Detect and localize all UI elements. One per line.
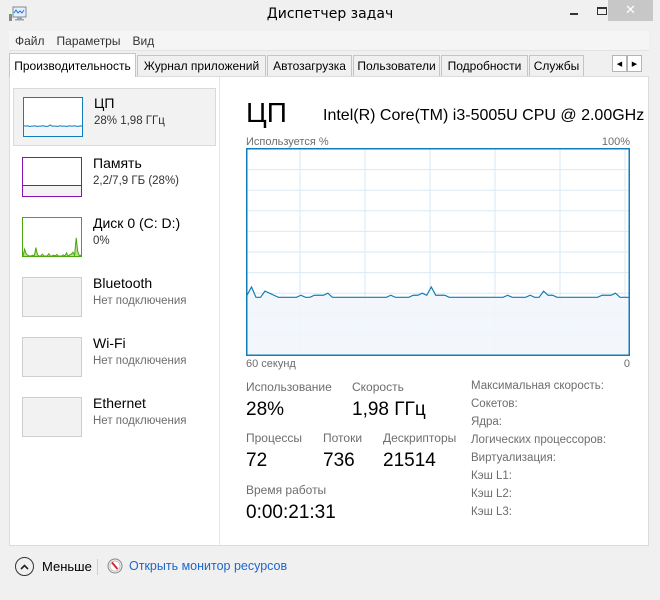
page-title: ЦП <box>246 97 287 128</box>
sidebar-item-name: Ethernet <box>93 395 146 411</box>
graph-y-max-label: 100% <box>601 136 630 148</box>
memory-usage-fill <box>23 185 81 196</box>
disk-thumbnail-graph <box>22 217 82 257</box>
close-button[interactable]: ✕ <box>608 0 653 21</box>
menu-view[interactable]: Вид <box>126 34 160 48</box>
ethernet-thumbnail-graph <box>22 397 82 437</box>
spec-logical-processors-label: Логических процессоров: <box>471 434 607 446</box>
uptime-value: 0:00:21:31 <box>246 502 336 523</box>
sidebar-item-wifi[interactable]: Wi-Fi Нет подключения <box>13 329 216 387</box>
cpu-detail-pane: ЦП Intel(R) Core(TM) i3-5005U CPU @ 2.00… <box>246 77 646 547</box>
sidebar-item-detail: 0% <box>93 235 110 247</box>
open-resource-monitor-label: Открыть монитор ресурсов <box>129 559 288 573</box>
maximize-icon <box>597 6 607 15</box>
usage-label: Использование <box>246 380 332 394</box>
tab-users[interactable]: Пользователи <box>353 55 440 76</box>
speed-label: Скорость <box>352 380 404 394</box>
graph-y-label: Используется % <box>246 136 329 148</box>
arrow-left-icon: ◀ <box>616 59 623 68</box>
resource-sidebar: ЦП 28% 1,98 ГГц Память 2,2/7,9 ГБ (28%) … <box>10 77 220 547</box>
processes-value: 72 <box>246 450 268 471</box>
performance-panel: ЦП 28% 1,98 ГГц Память 2,2/7,9 ГБ (28%) … <box>9 76 649 547</box>
sidebar-item-name: Память <box>93 155 142 171</box>
sidebar-item-name: Bluetooth <box>93 275 153 291</box>
fewer-details-label: Меньше <box>42 559 92 574</box>
tab-performance[interactable]: Производительность <box>9 53 136 77</box>
spec-sockets-label: Сокетов: <box>471 398 518 410</box>
cpu-usage-graph <box>246 148 630 356</box>
cpu-thumb-line <box>24 124 82 128</box>
minimize-icon <box>570 12 578 15</box>
spec-cores-label: Ядра: <box>471 416 503 428</box>
spec-l2-cache-label: Кэш L2: <box>471 488 512 500</box>
tab-services[interactable]: Службы <box>529 55 584 76</box>
tab-scroll-right-button[interactable]: ▶ <box>627 55 642 72</box>
close-icon: ✕ <box>625 3 636 18</box>
handles-label: Дескрипторы <box>383 431 457 445</box>
spec-virtualization-label: Виртуализация: <box>471 452 556 464</box>
threads-value: 736 <box>323 450 355 471</box>
wifi-thumbnail-graph <box>22 337 82 377</box>
sidebar-item-detail: Нет подключения <box>93 415 187 427</box>
uptime-label: Время работы <box>246 483 327 497</box>
sidebar-item-cpu[interactable]: ЦП 28% 1,98 ГГц <box>13 88 216 146</box>
menu-bar: Файл Параметры Вид <box>9 31 649 51</box>
menu-options[interactable]: Параметры <box>51 34 127 48</box>
sidebar-item-disk[interactable]: Диск 0 (C: D:) 0% <box>13 209 216 267</box>
tab-app-history[interactable]: Журнал приложений <box>137 55 266 76</box>
processes-label: Процессы <box>246 431 303 445</box>
tab-strip: Производительность Журнал приложений Авт… <box>9 53 649 77</box>
spec-l3-cache-label: Кэш L3: <box>471 506 512 518</box>
speed-value: 1,98 ГГц <box>352 399 426 420</box>
sidebar-item-bluetooth[interactable]: Bluetooth Нет подключения <box>13 269 216 327</box>
handles-value: 21514 <box>383 450 436 471</box>
graph-x-left-label: 60 секунд <box>246 358 296 370</box>
disk-thumb-line <box>23 237 81 256</box>
footer-bar: Меньше Открыть монитор ресурсов <box>0 547 660 587</box>
sidebar-item-name: Диск 0 (C: D:) <box>93 215 181 231</box>
window-bottom-edge <box>0 588 660 600</box>
disk-thumbnail-svg <box>23 237 81 256</box>
minimize-button[interactable] <box>560 0 588 21</box>
sidebar-item-detail: 2,2/7,9 ГБ (28%) <box>93 175 180 187</box>
open-resource-monitor-link[interactable]: Открыть монитор ресурсов <box>107 558 287 574</box>
graph-x-right-label: 0 <box>623 358 630 370</box>
tab-startup[interactable]: Автозагрузка <box>267 55 352 76</box>
cpu-thumbnail-graph <box>23 97 83 137</box>
chevron-up-icon <box>15 557 34 576</box>
sidebar-item-memory[interactable]: Память 2,2/7,9 ГБ (28%) <box>13 149 216 207</box>
sidebar-item-name: Wi-Fi <box>93 335 126 351</box>
memory-thumbnail-graph <box>22 157 82 197</box>
fewer-details-button[interactable]: Меньше <box>15 557 92 576</box>
arrow-right-icon: ▶ <box>631 59 638 68</box>
title-bar: Диспетчер задач ✕ <box>0 0 660 30</box>
tab-details[interactable]: Подробности <box>441 55 528 76</box>
cpu-model-name: Intel(R) Core(TM) i3-5005U CPU @ 2.00GHz <box>323 107 645 124</box>
sidebar-item-name: ЦП <box>94 95 115 111</box>
sidebar-item-detail: Нет подключения <box>93 355 187 367</box>
footer-divider <box>97 559 98 575</box>
sidebar-item-detail: 28% 1,98 ГГц <box>94 115 165 127</box>
bluetooth-thumbnail-graph <box>22 277 82 317</box>
sidebar-item-ethernet[interactable]: Ethernet Нет подключения <box>13 389 216 447</box>
threads-label: Потоки <box>323 431 363 445</box>
menu-file[interactable]: Файл <box>9 34 51 48</box>
tab-scroll-left-button[interactable]: ◀ <box>612 55 627 72</box>
resource-monitor-icon <box>107 558 123 574</box>
cpu-thumbnail-svg <box>24 124 82 136</box>
cpu-thumb-area <box>24 124 82 136</box>
sidebar-item-detail: Нет подключения <box>93 295 187 307</box>
spec-max-speed-label: Максимальная скорость: <box>471 380 604 392</box>
usage-value: 28% <box>246 399 285 420</box>
spec-l1-cache-label: Кэш L1: <box>471 470 512 482</box>
